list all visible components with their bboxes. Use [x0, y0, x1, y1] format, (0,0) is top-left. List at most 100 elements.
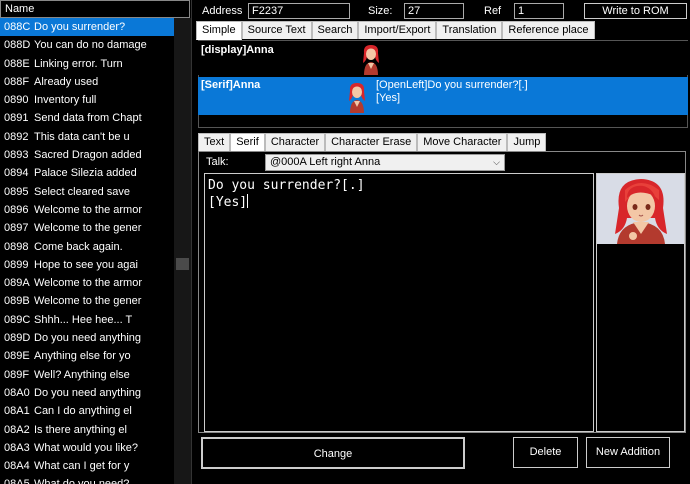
list-item[interactable]: 0898 Come back again.: [0, 238, 174, 256]
list-item-code: 089C: [4, 313, 31, 326]
list-item-code: 0894: [4, 167, 29, 180]
write-to-rom-button[interactable]: Write to ROM: [584, 3, 687, 19]
list-item-text: Is there anything el: [34, 423, 127, 436]
list-item-text: Select cleared save: [34, 185, 130, 198]
list-item[interactable]: 08A3 What would you like?: [0, 439, 174, 457]
list-item[interactable]: 089D Do you need anything: [0, 329, 174, 347]
tab-jump[interactable]: Jump: [507, 133, 547, 151]
list-item[interactable]: 088C Do you surrender?: [0, 18, 174, 37]
list-item-code: 089E: [4, 350, 30, 363]
list-item[interactable]: 0895 Select cleared save: [0, 183, 174, 201]
list-item-text: Palace Silezia added: [34, 167, 137, 180]
list-item-text: This data can't be u: [34, 130, 130, 143]
list-item[interactable]: 08A1 Can I do anything el: [0, 402, 174, 420]
list-item[interactable]: 089B Welcome to the gener: [0, 292, 174, 310]
list-item[interactable]: 08A0 Do you need anything: [0, 384, 174, 402]
dialogue-text-area[interactable]: Do you surrender?[.] [Yes]: [204, 173, 594, 432]
scene-row-display[interactable]: [display]Anna: [198, 41, 688, 75]
list-item-code: 0892: [4, 130, 29, 143]
list-item[interactable]: 0891 Send data from Chapt: [0, 109, 174, 127]
list-item-code: 088D: [4, 39, 31, 52]
list-item-code: 089F: [4, 368, 30, 381]
list-item[interactable]: 088F Already used: [0, 73, 174, 91]
scrollbar-thumb[interactable]: [176, 258, 189, 270]
main-tabbar: Simple Source Text Search Import/Export …: [196, 21, 595, 40]
tab-move-character[interactable]: Move Character: [417, 133, 508, 151]
list-item[interactable]: 0894 Palace Silezia added: [0, 164, 174, 182]
new-addition-button[interactable]: New Addition: [586, 437, 670, 468]
list-item-text: Welcome to the gener: [34, 222, 142, 235]
tab-character-erase[interactable]: Character Erase: [325, 133, 418, 151]
list-item-text: Welcome to the armor: [34, 277, 143, 290]
serif-preview-text: [OpenLeft]Do you surrender?[.] [Yes]: [376, 79, 528, 105]
list-item-code: 08A2: [4, 423, 30, 436]
list-item[interactable]: 08A4 What can I get for y: [0, 457, 174, 475]
list-item-code: 08A5: [4, 475, 34, 484]
list-item-code: 089B: [4, 295, 30, 308]
talk-select[interactable]: @000A Left right Anna ⌵: [265, 154, 505, 171]
list-item-text: What can I get for y: [34, 460, 130, 473]
anna-portrait-icon: [597, 174, 684, 244]
tab-text[interactable]: Text: [198, 133, 231, 151]
list-item[interactable]: 08A5What do you need?: [0, 475, 174, 484]
talk-select-value: @000A Left right Anna: [270, 156, 381, 168]
list-item[interactable]: 0890 Inventory full: [0, 91, 174, 109]
list-item-text: What do you need?: [34, 478, 129, 484]
list-item-code: 088C: [4, 21, 31, 33]
list-item[interactable]: 089E Anything else for yo: [0, 347, 174, 365]
ref-field[interactable]: 1: [514, 3, 564, 19]
text-line-2: [Yes]: [208, 194, 249, 210]
tab-character[interactable]: Character: [264, 133, 326, 151]
list-item-text: Well? Anything else: [34, 368, 130, 381]
list-item[interactable]: 089C Shhh... Hee hee... T: [0, 311, 174, 329]
talk-label: Talk:: [206, 156, 229, 168]
list-item-text: Welcome to the armor: [34, 203, 143, 216]
list-header[interactable]: Name: [0, 0, 190, 18]
size-label: Size:: [368, 5, 393, 17]
list-item-text: Send data from Chapt: [34, 112, 142, 125]
list-item-text: Linking error. Turn: [34, 57, 123, 70]
tab-reference-place[interactable]: Reference place: [502, 21, 595, 39]
list-item[interactable]: 0897 Welcome to the gener: [0, 219, 174, 237]
anna-portrait-small-icon: [363, 45, 379, 75]
list-item-code: 088E: [4, 57, 30, 70]
editor-tabbar: Text Serif Character Character Erase Mov…: [198, 133, 547, 152]
list-item[interactable]: 0896 Welcome to the armor: [0, 201, 174, 219]
size-field[interactable]: 27: [404, 3, 464, 19]
list-item-code: 08A3: [4, 441, 30, 454]
serif-line-1: [OpenLeft]Do you surrender?[.]: [376, 79, 528, 91]
tab-source-text[interactable]: Source Text: [241, 21, 312, 39]
tab-import-export[interactable]: Import/Export: [358, 21, 437, 39]
list-item-code: 0898: [4, 240, 29, 253]
tab-serif[interactable]: Serif: [230, 133, 265, 152]
tab-translation[interactable]: Translation: [436, 21, 503, 39]
list-item-code: 08A0: [4, 386, 30, 399]
list-item-code: 0893: [4, 149, 29, 162]
list-item[interactable]: 088D You can do no damage: [0, 36, 174, 54]
list-item-code: 0896: [4, 203, 29, 216]
list-item-code: 0895: [4, 185, 29, 198]
list-item[interactable]: 0893 Sacred Dragon added: [0, 146, 174, 164]
tab-search[interactable]: Search: [311, 21, 359, 39]
message-list[interactable]: 088C Do you surrender? 088D You can do no d…: [0, 18, 174, 484]
change-button[interactable]: Change: [201, 437, 465, 469]
text-line-1: Do you surrender?[.]: [208, 178, 365, 193]
list-item[interactable]: 088E Linking error. Turn: [0, 55, 174, 73]
list-item[interactable]: 0892 This data can't be u: [0, 128, 174, 146]
list-item-code: 0890: [4, 94, 29, 107]
list-item-text: Do you need anything: [34, 332, 142, 345]
list-item-text: You can do no damage: [34, 39, 147, 52]
scene-row-serif[interactable]: [Serif]Anna [OpenLeft]Do you surrender?[…: [198, 77, 688, 115]
delete-button[interactable]: Delete: [513, 437, 578, 468]
address-field[interactable]: F2237: [248, 3, 350, 19]
list-item-code: 089D: [4, 332, 31, 345]
list-item-code: 0891: [4, 112, 29, 125]
list-item[interactable]: 089A Welcome to the armor: [0, 274, 174, 292]
list-item[interactable]: 0899 Hope to see you agai: [0, 256, 174, 274]
tab-simple[interactable]: Simple: [196, 21, 242, 40]
row-display-label: [display]Anna: [201, 44, 274, 56]
list-item[interactable]: 08A2 Is there anything el: [0, 421, 174, 439]
list-item-text: Anything else for yo: [34, 350, 131, 363]
list-scrollbar[interactable]: [174, 18, 191, 484]
list-item[interactable]: 089F Well? Anything else: [0, 366, 174, 384]
